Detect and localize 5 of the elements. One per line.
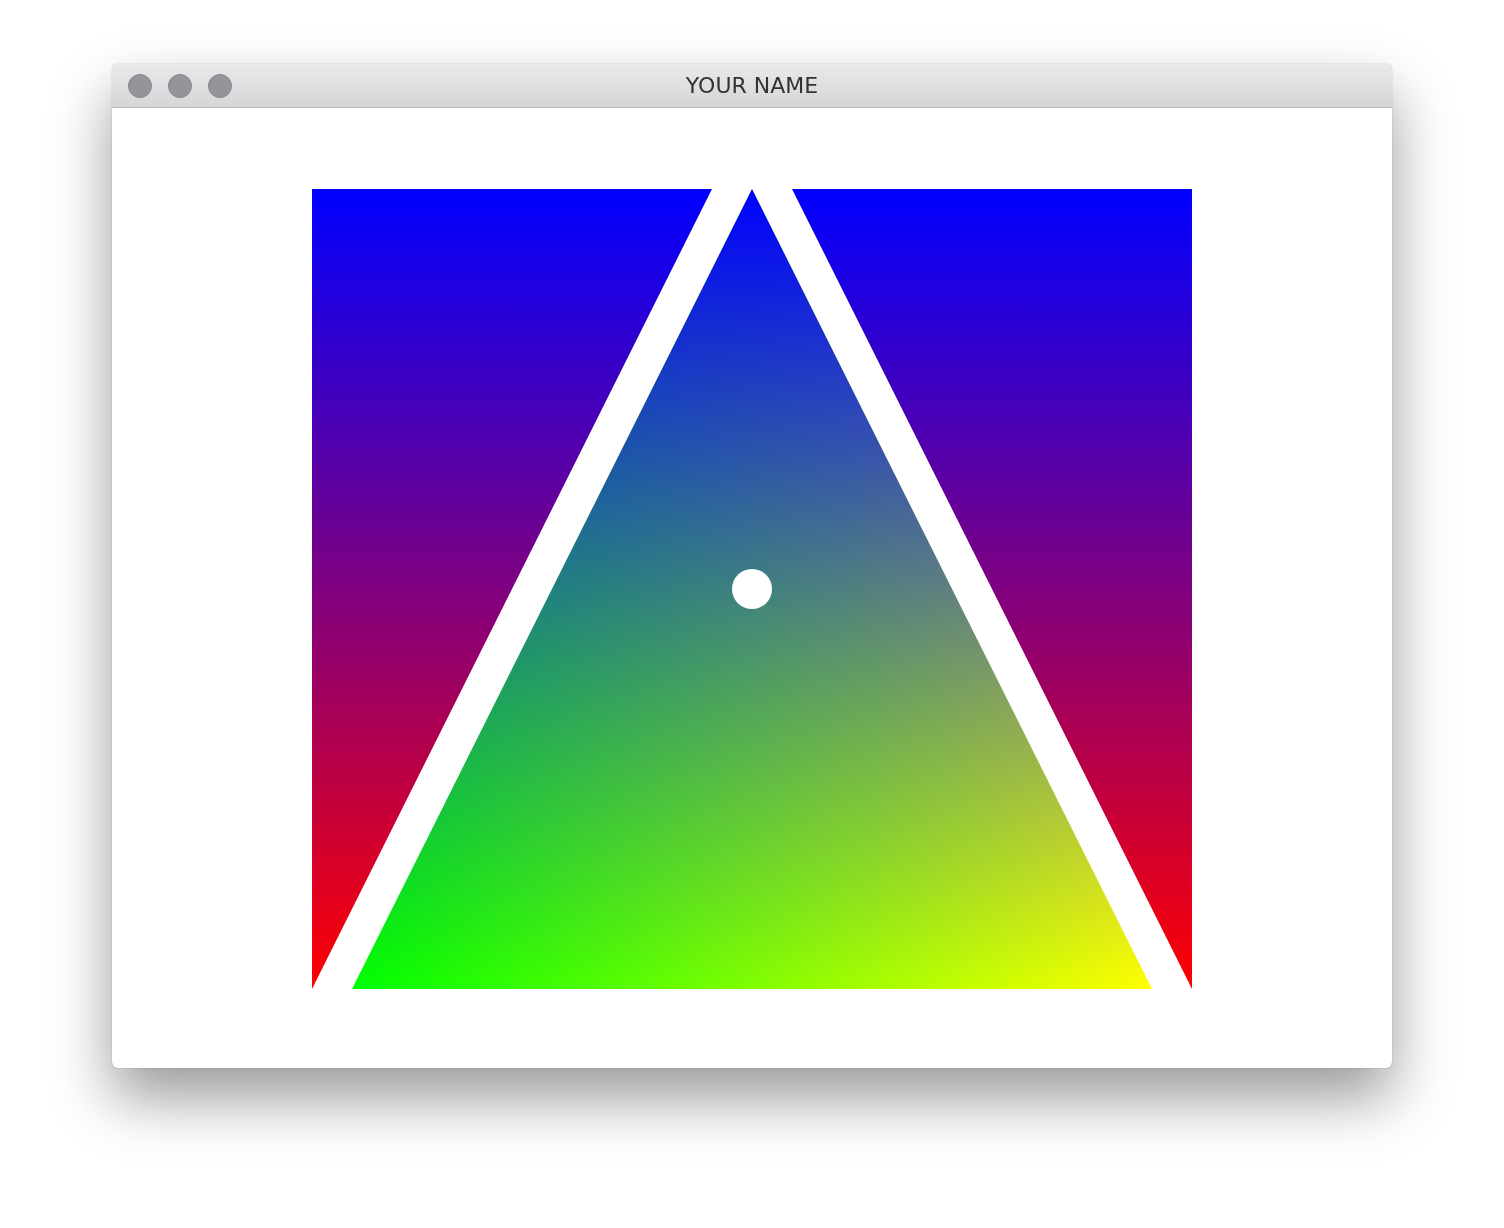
window-control-button[interactable]: [208, 74, 232, 98]
picker-handle[interactable]: [732, 569, 772, 609]
window-control-button[interactable]: [168, 74, 192, 98]
window-title: YOUR NAME: [685, 73, 819, 98]
window-control-button[interactable]: [128, 74, 152, 98]
